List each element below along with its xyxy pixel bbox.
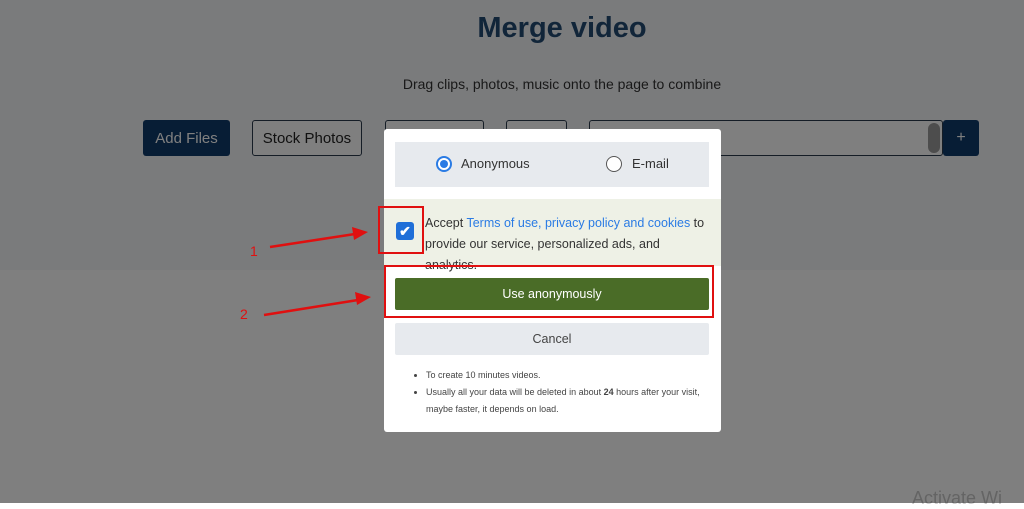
arrow-1-shaft	[269, 232, 356, 249]
annotation-arrows	[263, 227, 371, 317]
arrow-2-shaft	[263, 298, 359, 317]
arrow-1-head-icon	[352, 227, 368, 240]
arrow-2-head-icon	[355, 292, 371, 305]
